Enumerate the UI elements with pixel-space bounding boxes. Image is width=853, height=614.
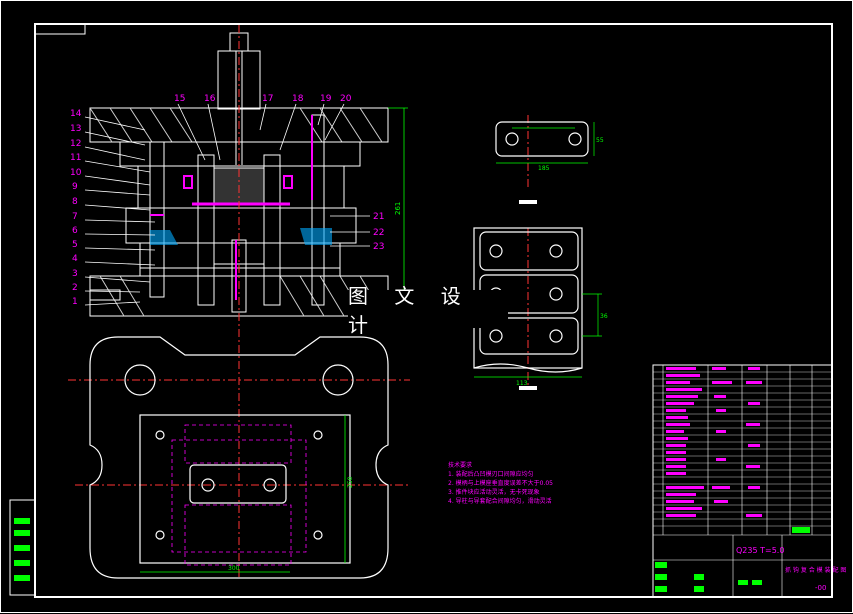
plan-dimensions <box>140 415 346 573</box>
part-number-11: 11 <box>70 153 81 163</box>
title-block-label: 抓 钩 复 合 模 装 配 图 <box>785 566 846 574</box>
title-block-fills <box>655 527 810 592</box>
part-number-18: 18 <box>292 94 304 104</box>
height-dimension-value: 261 <box>394 202 402 215</box>
part-number-20: 20 <box>340 94 352 104</box>
part-number-21: 21 <box>373 212 384 222</box>
part-number-8: 8 <box>72 197 78 207</box>
part-number-1: 1 <box>72 297 78 307</box>
part-drawing <box>495 121 589 157</box>
part-number-10: 10 <box>70 168 82 178</box>
part-number-5: 5 <box>72 240 78 250</box>
part-number-19: 19 <box>320 94 332 104</box>
tech-req-line-2: 2. 模柄与上模座垂直度误差不大于0.05 <box>448 479 553 487</box>
corner-tab <box>34 23 86 35</box>
section-mark-a <box>519 200 537 204</box>
tech-req-line-4: 4. 导柱与导套配合间隙均匀，滑动灵活 <box>448 497 552 505</box>
left-margin-stamp <box>9 499 36 596</box>
cad-drawing-canvas: 14 13 12 11 10 9 8 7 6 5 4 3 2 1 15 16 1… <box>0 0 853 614</box>
part-number-23: 23 <box>373 242 384 252</box>
part-number-17: 17 <box>262 94 273 104</box>
part-number-22: 22 <box>373 228 384 238</box>
tech-req-line-3: 3. 推件块应活动灵活，无卡死现象 <box>448 488 540 496</box>
watermark-text: 图 文 设 计 <box>348 284 508 337</box>
plate-height-dimension: 250 <box>347 476 354 488</box>
material-spec: Q235 T=5.0 <box>736 546 784 555</box>
part-number-7: 7 <box>72 212 78 222</box>
strip-pitch-dimension: 36 <box>600 313 608 320</box>
part-number-6: 6 <box>72 226 78 236</box>
part-number-3: 3 <box>72 269 78 279</box>
part-number-12: 12 <box>70 139 81 149</box>
part-number-2: 2 <box>72 283 78 293</box>
section-mark-b <box>519 386 537 390</box>
strip-width-dimension: 113 <box>516 380 528 387</box>
part-width-dimension: 55 <box>596 137 604 144</box>
part-number-9: 9 <box>72 182 78 192</box>
part-length-dimension: 185 <box>538 165 550 172</box>
plate-width-dimension: 300 <box>228 565 240 572</box>
part-number-16: 16 <box>204 94 216 104</box>
tech-req-title: 技术要求 <box>448 461 472 469</box>
part-number-14: 14 <box>70 109 82 119</box>
part-number-4: 4 <box>72 254 78 264</box>
part-number-15: 15 <box>174 94 185 104</box>
part-number-13: 13 <box>70 124 81 134</box>
drawing-number: -00 <box>815 584 826 592</box>
tech-requirements: 技术要求 1. 装配后凸凹模刃口间隙应均匀 2. 模柄与上模座垂直度误差不大于0… <box>448 461 553 505</box>
tech-req-line-1: 1. 装配后凸凹模刃口间隙应均匀 <box>448 470 534 478</box>
